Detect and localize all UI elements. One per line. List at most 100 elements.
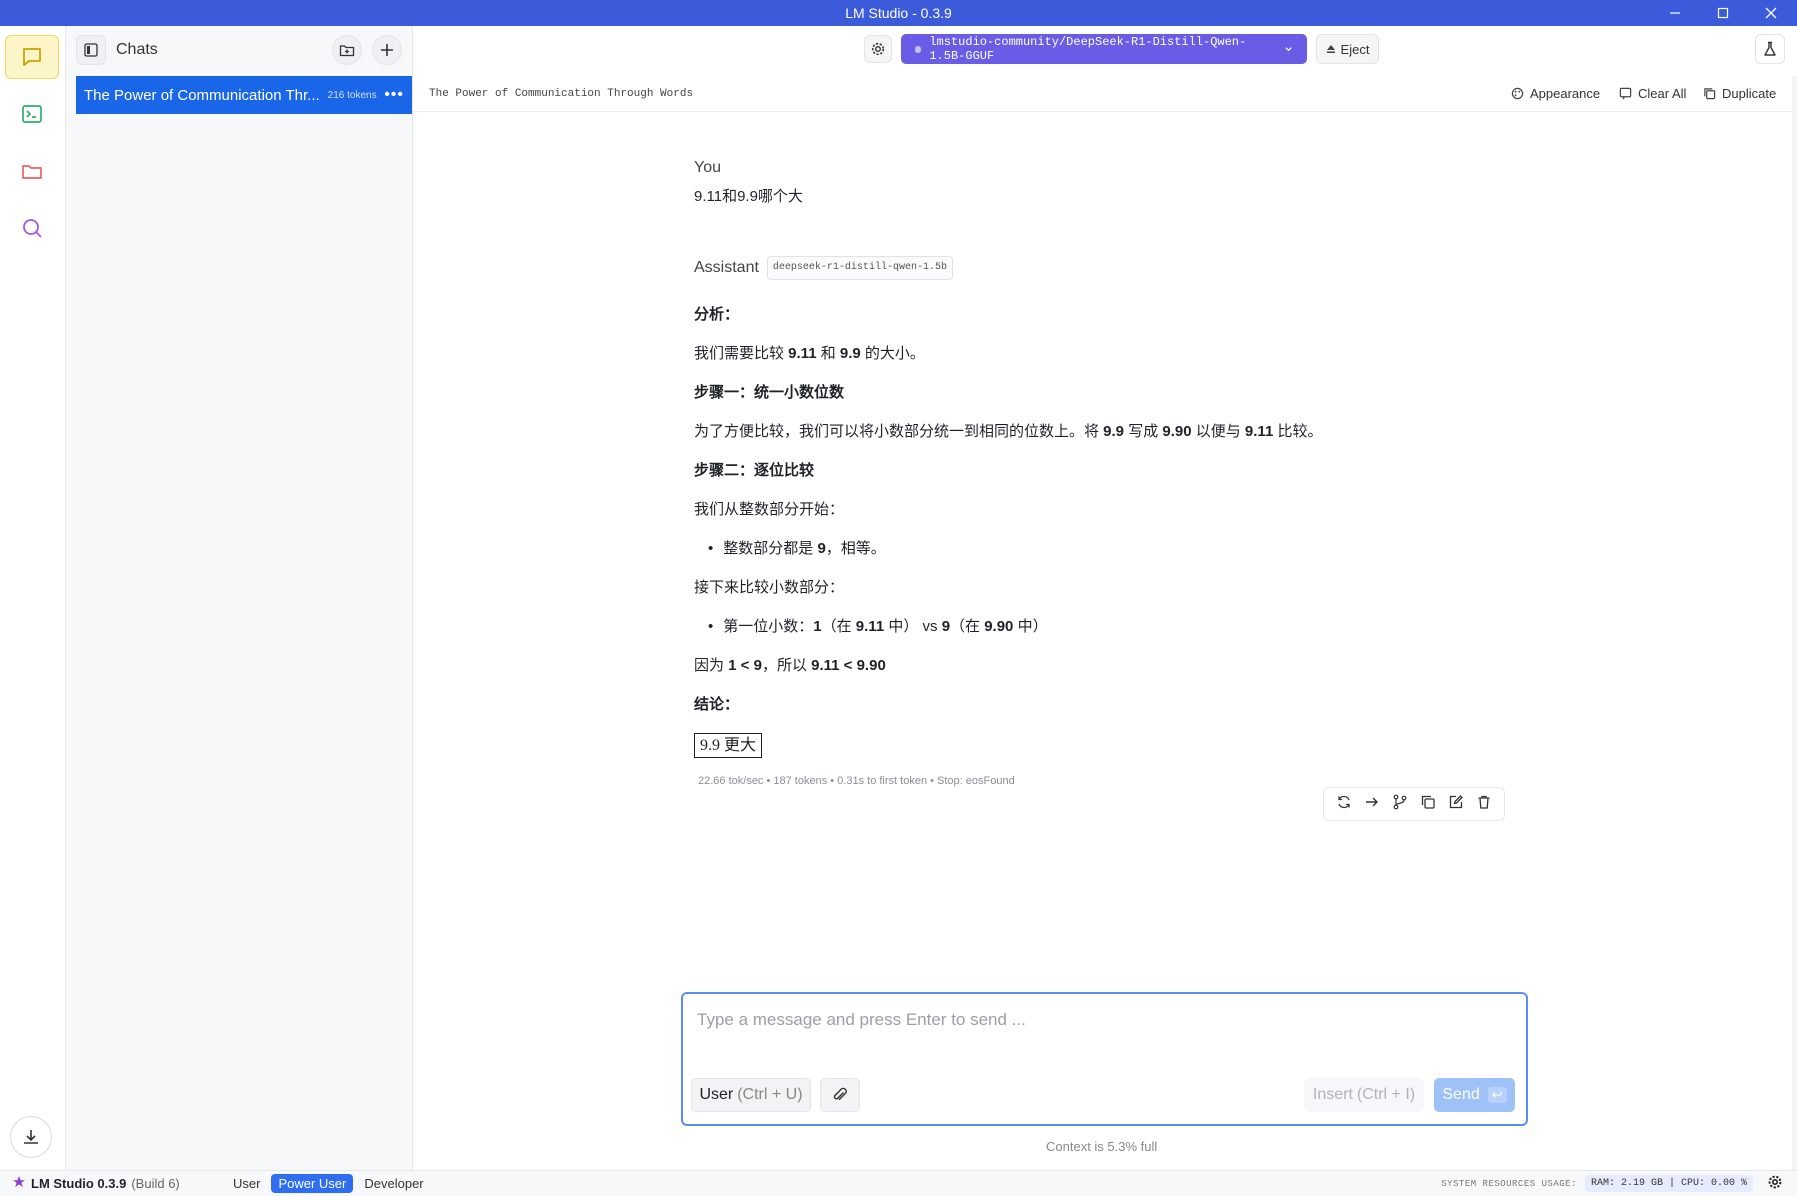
download-icon xyxy=(24,1130,38,1144)
paperclip-icon xyxy=(833,1087,847,1101)
clear-all-button[interactable]: Clear All xyxy=(1619,86,1686,101)
nav-developer-button[interactable] xyxy=(5,92,59,136)
mode-developer[interactable]: Developer xyxy=(357,1174,430,1193)
chats-sidebar: Chats The Power of Communication Thr... … xyxy=(66,26,413,1170)
duplicate-button[interactable]: Duplicate xyxy=(1703,86,1776,101)
clear-all-label: Clear All xyxy=(1638,86,1687,101)
maximize-button[interactable] xyxy=(1699,0,1747,26)
paragraph-1: 我们需要比较 9.11 和 9.9 的大小。 xyxy=(694,345,925,362)
answer-box: 9.9 更大 xyxy=(694,733,763,759)
folder-icon xyxy=(22,165,42,179)
close-button[interactable] xyxy=(1747,0,1795,26)
nav-models-button[interactable] xyxy=(5,149,59,193)
search-icon xyxy=(23,219,42,238)
resource-usage-badge[interactable]: RAM: 2.19 GB | CPU: 0.00 % xyxy=(1584,1175,1753,1192)
user-role-label: You xyxy=(694,159,721,176)
settings-button[interactable] xyxy=(1767,1174,1783,1193)
model-selector[interactable]: lmstudio-community/DeepSeek-R1-Distill-Q… xyxy=(901,34,1307,64)
role-hint: (Ctrl + U) xyxy=(737,1086,803,1103)
plus-icon xyxy=(381,44,393,56)
model-settings-button[interactable] xyxy=(864,35,892,63)
bullet-1: • 整数部分都是 9，相等。 xyxy=(708,540,886,557)
model-name: lmstudio-community/DeepSeek-R1-Distill-Q… xyxy=(929,35,1247,63)
cpu-usage: CPU: 0.00 % xyxy=(1680,1178,1747,1189)
mode-power-user[interactable]: Power User xyxy=(271,1174,354,1193)
more-options-icon[interactable]: ••• xyxy=(384,86,404,104)
user-message-text: 9.11和9.9哪个大 xyxy=(694,188,803,205)
generation-stats: 22.66 tok/sec • 187 tokens • 0.31s to fi… xyxy=(698,775,1015,787)
terminal-icon xyxy=(22,105,42,123)
system-resources-label: SYSTEM RESOURCES USAGE: xyxy=(1441,1178,1577,1189)
top-bar: lmstudio-community/DeepSeek-R1-Distill-Q… xyxy=(413,26,1797,76)
attach-button[interactable] xyxy=(820,1078,860,1112)
gear-icon xyxy=(871,42,885,56)
flask-icon xyxy=(1764,41,1776,56)
role-label: User xyxy=(699,1086,734,1103)
message-actions xyxy=(1323,787,1505,821)
insert-button[interactable]: Insert (Ctrl + I) xyxy=(1304,1078,1424,1112)
status-bar: LM Studio 0.3.9 (Build 6) User Power Use… xyxy=(0,1170,1797,1196)
nav-discover-button[interactable] xyxy=(5,206,59,250)
folder-plus-icon xyxy=(339,45,355,57)
assistant-role-label: Assistant xyxy=(694,258,759,276)
sidebar-title: Chats xyxy=(116,41,158,58)
assistant-model-badge: deepseek-r1-distill-qwen-1.5b xyxy=(766,256,953,280)
minimize-button[interactable] xyxy=(1651,0,1699,26)
context-usage: Context is 5.3% full xyxy=(1046,1139,1158,1154)
app-version: LM Studio 0.3.9 xyxy=(31,1176,127,1191)
system-resources: SYSTEM RESOURCES USAGE: RAM: 2.19 GB | C… xyxy=(1441,1175,1753,1192)
enter-key-icon: ↩ xyxy=(1487,1087,1507,1103)
composer-input[interactable]: Type a message and press Enter to send .… xyxy=(697,1010,1026,1030)
nav-chat-button[interactable] xyxy=(5,35,59,79)
eject-button[interactable]: Eject xyxy=(1316,34,1379,64)
sidebar-header: Chats xyxy=(66,26,412,74)
chat-list-item[interactable]: The Power of Communication Thr... 216 to… xyxy=(76,76,412,114)
chat-bubble-icon xyxy=(23,48,41,66)
paragraph-3: 我们从整数部分开始： xyxy=(694,501,845,518)
duplicate-label: Duplicate xyxy=(1722,86,1777,101)
palette-icon xyxy=(1511,87,1524,100)
conclusion-heading: 结论： xyxy=(694,696,740,713)
app-logo-icon xyxy=(12,1175,26,1192)
eject-label: Eject xyxy=(1340,41,1370,57)
boxed-answer: 9.9 更大 xyxy=(694,733,763,759)
toggle-sidebar-button[interactable] xyxy=(76,35,106,65)
edit-icon[interactable] xyxy=(1448,794,1464,815)
downloads-button[interactable] xyxy=(10,1116,52,1158)
chat-item-title: The Power of Communication Thr... xyxy=(84,86,320,104)
continue-arrow-icon[interactable] xyxy=(1364,794,1380,815)
insert-hint: (Ctrl + I) xyxy=(1356,1086,1416,1103)
clear-chat-icon xyxy=(1619,87,1632,100)
build-number: (Build 6) xyxy=(131,1176,180,1191)
message-composer[interactable]: Type a message and press Enter to send .… xyxy=(681,992,1528,1126)
bullet-2: • 第一位小数：1（在 9.11 中） vs 9（在 9.90 中） xyxy=(708,618,1048,635)
appearance-label: Appearance xyxy=(1530,86,1601,101)
send-button[interactable]: Send ↩ xyxy=(1434,1078,1515,1112)
appearance-button[interactable]: Appearance xyxy=(1511,86,1600,101)
assistant-header: Assistant deepseek-r1-distill-qwen-1.5b xyxy=(694,256,953,280)
mode-user[interactable]: User xyxy=(226,1174,267,1193)
regenerate-icon[interactable] xyxy=(1336,794,1352,815)
insert-label: Insert xyxy=(1312,1086,1353,1103)
paragraph-2: 为了方便比较，我们可以将小数部分统一到相同的位数上。将 9.9 写成 9.90 … xyxy=(694,423,1323,440)
duplicate-icon xyxy=(1704,88,1716,100)
role-toggle-button[interactable]: User (Ctrl + U) xyxy=(691,1078,811,1112)
window-title: LM Studio - 0.3.9 xyxy=(845,5,952,21)
step2-heading: 步骤二：逐位比较 xyxy=(694,462,815,479)
gear-icon xyxy=(1768,1175,1782,1189)
new-folder-button[interactable] xyxy=(332,35,362,65)
nav-rail xyxy=(0,26,66,1170)
new-chat-button[interactable] xyxy=(372,35,402,65)
paragraph-5: 因为 1 < 9，所以 9.11 < 9.90 xyxy=(694,657,886,674)
scrollbar[interactable] xyxy=(1792,76,1797,1170)
labs-button[interactable] xyxy=(1755,34,1785,64)
chevron-down-icon xyxy=(1285,47,1292,52)
chat-header: The Power of Communication Through Words… xyxy=(413,76,1797,112)
branch-icon[interactable] xyxy=(1392,794,1408,815)
chat-item-tokens: 216 tokens xyxy=(327,89,377,101)
ram-usage: RAM: 2.19 GB xyxy=(1590,1178,1663,1189)
step1-heading: 步骤一：统一小数位数 xyxy=(694,384,845,401)
trash-icon[interactable] xyxy=(1476,794,1492,815)
copy-icon[interactable] xyxy=(1420,794,1436,815)
chat-title[interactable]: The Power of Communication Through Words xyxy=(429,88,693,100)
